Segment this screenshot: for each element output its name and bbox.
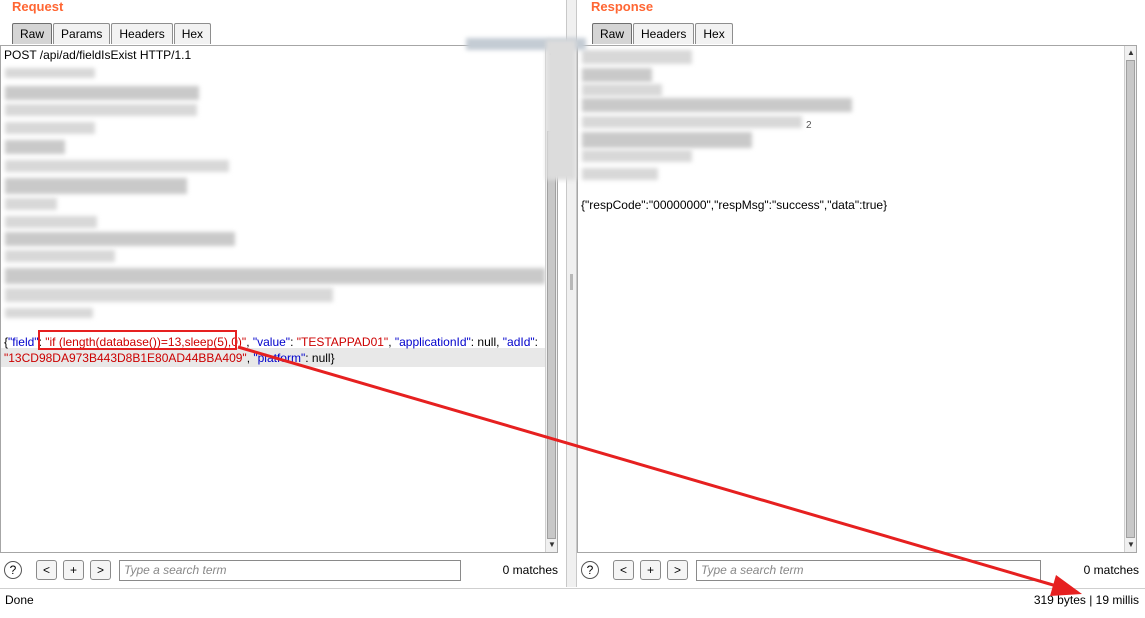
redacted-block <box>5 178 187 194</box>
request-search-input[interactable] <box>119 559 461 581</box>
prev-match-button[interactable]: < <box>613 560 634 580</box>
redacted-block <box>5 308 93 318</box>
request-match-count: 0 matches <box>502 563 558 577</box>
request-text-area[interactable]: POST /api/ad/fieldIsExist HTTP/1.1 <box>1 46 545 552</box>
request-search-bar: ? < + > 0 matches <box>4 557 564 583</box>
redacted-block <box>582 84 662 96</box>
request-tabs: Raw Params Headers Hex <box>12 23 212 44</box>
response-match-count: 0 matches <box>1083 563 1139 577</box>
next-match-button[interactable]: > <box>90 560 111 580</box>
redacted-block <box>5 232 235 246</box>
status-text: Done <box>5 593 34 607</box>
response-size-time: 319 bytes | 19 millis <box>1033 593 1139 607</box>
scroll-down-icon[interactable]: ▼ <box>1127 541 1135 549</box>
response-tab-raw[interactable]: Raw <box>592 23 633 44</box>
redacted-block <box>5 140 65 154</box>
response-scrollbar[interactable]: ▲ ▼ <box>1124 46 1136 552</box>
response-fragment: 2 <box>806 120 812 131</box>
redacted-block <box>582 50 692 64</box>
redacted-block <box>5 68 95 78</box>
request-tab-headers[interactable]: Headers <box>111 23 173 44</box>
response-tab-headers[interactable]: Headers <box>633 23 695 44</box>
redacted-block <box>582 168 658 180</box>
response-tabs: Raw Headers Hex <box>592 23 734 44</box>
redacted-block <box>5 250 115 262</box>
splitter-grip[interactable] <box>570 274 573 290</box>
redacted-block <box>582 68 652 82</box>
request-title: Request <box>12 0 64 14</box>
redacted-block <box>5 198 57 210</box>
prev-match-button[interactable]: < <box>36 560 57 580</box>
response-title: Response <box>591 0 654 14</box>
response-pane: Response Raw Headers Hex 2 {"respCode":"… <box>577 0 1145 587</box>
redacted-block <box>5 268 545 284</box>
redacted-block <box>5 86 199 100</box>
next-match-button[interactable]: > <box>667 560 688 580</box>
request-tab-params[interactable]: Params <box>53 23 111 44</box>
request-tab-hex[interactable]: Hex <box>173 23 212 44</box>
request-tab-raw[interactable]: Raw <box>12 23 53 44</box>
add-button[interactable]: + <box>63 560 84 580</box>
help-icon[interactable]: ? <box>4 561 22 579</box>
injection-highlight-box <box>38 330 237 350</box>
redacted-overlay <box>546 40 576 180</box>
response-tab-hex[interactable]: Hex <box>695 23 733 44</box>
redacted-block <box>582 98 852 112</box>
response-body: {"respCode":"00000000","respMsg":"succes… <box>581 198 888 212</box>
response-search-bar: ? < + > 0 matches <box>581 557 1145 583</box>
help-icon[interactable]: ? <box>581 561 599 579</box>
scroll-thumb[interactable] <box>547 131 556 539</box>
redacted-block <box>5 104 197 116</box>
response-text-area[interactable]: 2 {"respCode":"00000000","respMsg":"succ… <box>578 46 1124 552</box>
redacted-block <box>582 132 752 148</box>
redacted-block <box>582 116 802 128</box>
redacted-block <box>5 216 97 228</box>
redacted-block <box>582 150 692 162</box>
redacted-block <box>5 160 229 172</box>
scroll-thumb[interactable] <box>1126 60 1135 538</box>
response-editor[interactable]: 2 {"respCode":"00000000","respMsg":"succ… <box>577 45 1137 553</box>
redacted-block <box>5 288 333 302</box>
scroll-down-icon[interactable]: ▼ <box>548 541 556 549</box>
request-editor[interactable]: POST /api/ad/fieldIsExist HTTP/1.1 {"fie… <box>0 45 558 553</box>
request-pane: Request Raw Params Headers Hex POST /api… <box>0 0 566 587</box>
add-button[interactable]: + <box>640 560 661 580</box>
request-line: POST /api/ad/fieldIsExist HTTP/1.1 <box>4 48 192 62</box>
scroll-up-icon[interactable]: ▲ <box>1127 49 1135 57</box>
response-search-input[interactable] <box>696 559 1041 581</box>
redacted-block <box>5 122 95 134</box>
request-body-line-2: "13CD98DA973B443D8B1E80AD44BBA409", "pla… <box>4 351 335 365</box>
status-bar: Done 319 bytes | 19 millis <box>0 588 1145 610</box>
